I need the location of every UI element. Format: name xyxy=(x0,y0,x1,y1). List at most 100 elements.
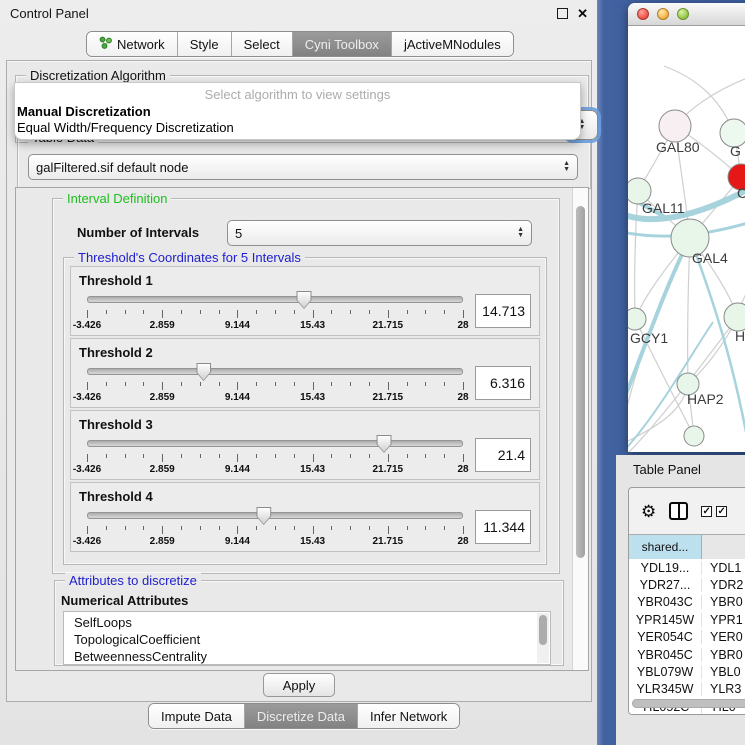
threshold-value-field[interactable]: 6.316 xyxy=(475,366,531,400)
panel-scrollbar-thumb[interactable] xyxy=(576,206,585,558)
threshold-slider[interactable]: -3.4262.8599.14415.4321.71528 xyxy=(87,432,463,478)
tick-mark xyxy=(407,382,408,386)
close-icon[interactable]: ✕ xyxy=(577,7,588,20)
slider-thumb[interactable] xyxy=(196,363,211,381)
network-node[interactable] xyxy=(684,426,704,446)
threshold-slider[interactable]: -3.4262.8599.14415.4321.71528 xyxy=(87,504,463,550)
network-canvas[interactable]: GAL80GCGAL11GAL4GCY1HHAP2 xyxy=(628,26,745,452)
column-header-shared-name[interactable]: shared... xyxy=(629,535,702,559)
close-traffic-light-icon[interactable] xyxy=(637,8,649,20)
network-edge[interactable] xyxy=(628,384,688,441)
window-controls: ✕ xyxy=(557,7,588,20)
checkbox-icon[interactable]: ✓ xyxy=(701,506,712,517)
network-edge[interactable] xyxy=(635,191,638,319)
table-horizontal-scrollbar[interactable] xyxy=(632,699,745,708)
cyni-toolbox-panel: Discretization Algorithm ▲▼ Select algor… xyxy=(6,60,592,702)
table-row[interactable]: YBR043CYBR0 xyxy=(629,594,745,611)
network-node-gcy1[interactable] xyxy=(628,308,646,330)
split-columns-icon[interactable] xyxy=(669,502,688,520)
tick-mark xyxy=(87,310,88,318)
algorithm-option-manual[interactable]: Manual Discretization xyxy=(17,104,151,119)
column-header-name[interactable]: n xyxy=(702,535,745,559)
tick-mark xyxy=(444,310,445,314)
threshold-label: Threshold 2 xyxy=(79,345,531,360)
slider-track[interactable] xyxy=(87,512,463,519)
threshold-slider[interactable]: -3.4262.8599.14415.4321.71528 xyxy=(87,360,463,406)
tab-network[interactable]: Network xyxy=(87,32,177,56)
panel-scrollbar[interactable] xyxy=(572,188,588,670)
slider-thumb[interactable] xyxy=(256,507,271,525)
gear-icon[interactable]: ⚙ xyxy=(641,503,656,520)
threshold-value-field[interactable]: 14.713 xyxy=(475,294,531,328)
tick-mark xyxy=(463,382,464,390)
table-row[interactable]: YBR045CYBR0 xyxy=(629,646,745,663)
tick-label: 15.43 xyxy=(300,392,325,403)
slider-thumb[interactable] xyxy=(377,435,392,453)
attributes-scrollbar-thumb[interactable] xyxy=(539,615,547,645)
table-data-combo[interactable]: galFiltered.sif default node ▲▼ xyxy=(28,154,578,180)
table-row[interactable]: YLR345WYLR3 xyxy=(629,681,745,698)
algorithm-option-equal-width[interactable]: Equal Width/Frequency Discretization xyxy=(17,120,234,135)
network-node-h[interactable] xyxy=(724,303,745,331)
tick-mark xyxy=(181,382,182,386)
tick-mark xyxy=(331,454,332,458)
threshold-row: Threshold 1 -3.4262.8599.14415.4321.71528… xyxy=(70,266,540,336)
slider-thumb[interactable] xyxy=(297,291,312,309)
network-icon xyxy=(99,36,112,52)
attribute-list-item[interactable]: BetweennessCentrality xyxy=(74,648,550,665)
tick-label: 28 xyxy=(457,320,468,331)
thresholds-legend: Threshold's Coordinates for 5 Intervals xyxy=(74,250,305,265)
table-rows: YDL19...YDL1YDR27...YDR2YBR043CYBR0YPR14… xyxy=(629,559,745,714)
tab-jactivemnodules[interactable]: jActiveMNodules xyxy=(391,32,513,56)
slider-track[interactable] xyxy=(87,296,463,303)
table-row[interactable]: YPR145WYPR1 xyxy=(629,611,745,628)
threshold-label: Threshold 1 xyxy=(79,273,531,288)
float-window-icon[interactable] xyxy=(557,8,568,19)
tab-select[interactable]: Select xyxy=(231,32,292,56)
tick-mark xyxy=(143,454,144,458)
tab-cyni-toolbox[interactable]: Cyni Toolbox xyxy=(292,32,391,56)
slider-track[interactable] xyxy=(87,368,463,375)
tab-impute-data[interactable]: Impute Data xyxy=(149,704,244,728)
tick-mark xyxy=(350,310,351,314)
table-row[interactable]: YDR27...YDR2 xyxy=(629,576,745,593)
tick-mark xyxy=(87,454,88,462)
tick-mark xyxy=(369,454,370,458)
tick-mark xyxy=(425,382,426,386)
numerical-attributes-list[interactable]: SelfLoopsTopologicalCoefficientBetweenne… xyxy=(63,611,551,665)
tick-mark xyxy=(125,382,126,386)
tab-style[interactable]: Style xyxy=(177,32,231,56)
tick-mark xyxy=(388,310,389,318)
interval-definition-legend: Interval Definition xyxy=(63,191,171,206)
attribute-list-item[interactable]: SelfLoops xyxy=(74,614,550,631)
cell-name: YER0 xyxy=(702,630,745,644)
slider-tick-labels: -3.4262.8599.14415.4321.71528 xyxy=(87,320,463,332)
tab-discretize-data[interactable]: Discretize Data xyxy=(244,704,357,728)
table-row[interactable]: YBL079WYBL0 xyxy=(629,663,745,680)
attribute-list-item[interactable]: TopologicalCoefficient xyxy=(74,631,550,648)
slider-track[interactable] xyxy=(87,440,463,447)
zoom-traffic-light-icon[interactable] xyxy=(677,8,689,20)
threshold-value-field[interactable]: 21.4 xyxy=(475,438,531,472)
attributes-scrollbar[interactable] xyxy=(537,613,549,663)
number-of-intervals-combo[interactable]: 5 ▲▼ xyxy=(227,220,532,246)
apply-button[interactable]: Apply xyxy=(263,673,335,697)
checkbox-icon[interactable]: ✓ xyxy=(716,506,727,517)
discretization-algorithm-legend: Discretization Algorithm xyxy=(26,68,170,83)
table-horizontal-scrollbar-thumb[interactable] xyxy=(632,699,745,708)
network-node-gal80[interactable] xyxy=(659,110,691,142)
tab-infer-network[interactable]: Infer Network xyxy=(357,704,459,728)
tick-mark xyxy=(219,310,220,314)
tick-mark xyxy=(425,526,426,530)
slider-tick-labels: -3.4262.8599.14415.4321.71528 xyxy=(87,536,463,548)
table-row[interactable]: YDL19...YDL1 xyxy=(629,559,745,576)
network-node-label: G xyxy=(730,143,741,159)
network-node-label: GCY1 xyxy=(630,330,668,346)
threshold-value-field[interactable]: 11.344 xyxy=(475,510,531,544)
table-row[interactable]: YER054CYER0 xyxy=(629,629,745,646)
network-node-label: H xyxy=(735,328,745,344)
tick-label: 21.715 xyxy=(373,536,404,547)
minimize-traffic-light-icon[interactable] xyxy=(657,8,669,20)
tick-mark xyxy=(237,382,238,390)
threshold-slider[interactable]: -3.4262.8599.14415.4321.71528 xyxy=(87,288,463,334)
